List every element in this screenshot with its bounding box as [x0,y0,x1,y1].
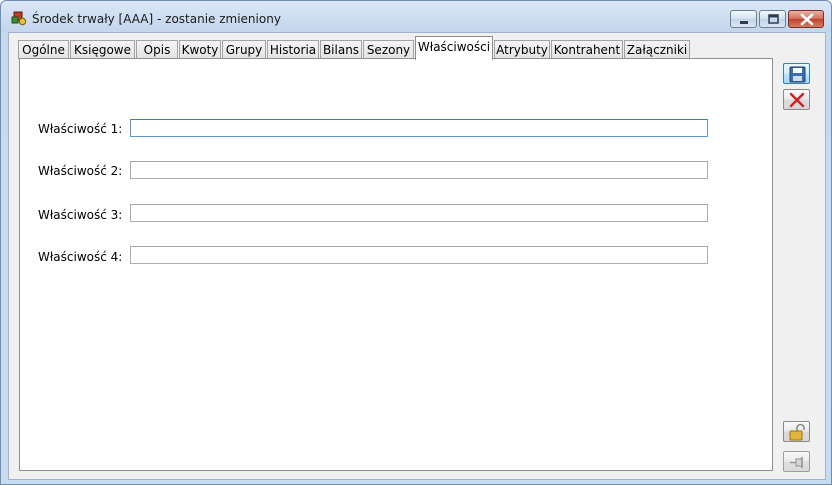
fixed-asset-app-icon[interactable] [11,10,27,26]
application-window: Środek trwały [AAA] - zostanie zmieniony… [0,0,832,485]
property-1-label: Właściwość 1: [38,122,123,136]
save-button[interactable] [783,63,810,84]
tab-zalaczniki[interactable]: Załączniki [624,40,690,59]
minimize-icon [740,21,748,24]
pin-icon [790,457,803,468]
window-client-area: Ogólne Księgowe Opis Kwoty Grupy Histori… [8,32,826,480]
window-title: Środek trwały [AAA] - zostanie zmieniony [32,12,281,26]
cancel-button[interactable] [783,89,810,110]
tab-bilans[interactable]: Bilans [320,40,362,59]
property-1-field[interactable] [130,119,708,137]
pin-button[interactable] [783,451,810,472]
properties-panel: Właściwość 1: Właściwość 2: Właściwość 3… [19,58,773,471]
property-4-field[interactable] [130,246,708,264]
tab-wlasciwosci[interactable]: Właściwości [415,36,493,60]
save-icon [789,66,806,83]
minimize-button[interactable] [730,10,757,28]
maximize-icon [768,14,779,24]
tab-grupy[interactable]: Grupy [222,40,266,59]
property-3-field[interactable] [130,204,708,222]
close-button[interactable] [788,10,824,28]
cancel-icon [789,92,805,108]
tab-atrybuty[interactable]: Atrybuty [494,40,550,59]
tab-sezony[interactable]: Sezony [363,40,414,59]
tab-kontrahent[interactable]: Kontrahent [551,40,623,59]
property-2-label: Właściwość 2: [38,164,123,178]
unlock-button[interactable] [783,421,810,442]
unlock-icon [789,423,805,441]
tab-historia[interactable]: Historia [267,40,319,59]
tab-kwoty[interactable]: Kwoty [179,40,221,59]
tab-ogolne[interactable]: Ogólne [18,40,69,59]
property-3-label: Właściwość 3: [38,208,123,222]
tab-ksiegowe[interactable]: Księgowe [70,40,135,59]
close-icon [800,13,814,26]
property-4-label: Właściwość 4: [38,250,123,264]
title-bar[interactable]: Środek trwały [AAA] - zostanie zmieniony [1,1,831,31]
tab-opis[interactable]: Opis [136,40,178,59]
property-2-field[interactable] [130,161,708,179]
maximize-button[interactable] [759,10,786,28]
